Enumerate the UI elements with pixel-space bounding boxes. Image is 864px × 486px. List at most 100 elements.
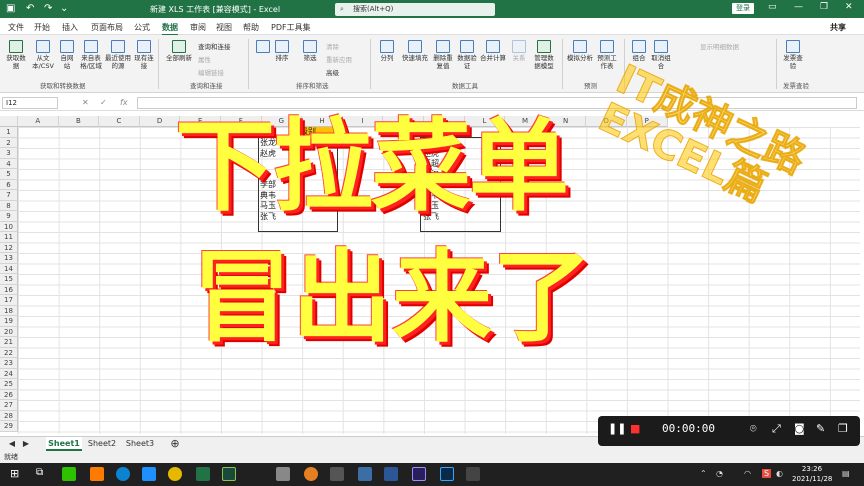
premiere-icon[interactable] <box>412 467 426 481</box>
stop-icon[interactable]: ■ <box>630 422 640 435</box>
invoice-check-button[interactable]: 发票查验 <box>782 40 804 70</box>
steam-icon[interactable] <box>330 467 344 481</box>
pause-icon[interactable]: ❚❚ <box>608 422 626 435</box>
recent-sources-button[interactable]: 最近使用的源 <box>105 40 131 70</box>
column-header-b[interactable]: B <box>58 116 100 127</box>
remove-duplicates-button[interactable]: 删除重复值 <box>432 40 454 70</box>
volume-icon[interactable]: ◐ <box>776 469 783 478</box>
excel-icon[interactable] <box>196 467 210 481</box>
properties-button[interactable]: 属性 <box>198 54 211 64</box>
sort-button[interactable]: 排序 <box>272 40 292 62</box>
save-icon[interactable]: ▣ <box>6 3 15 14</box>
row-header-19[interactable]: 19 <box>0 316 18 327</box>
manage-data-model-button[interactable]: 管理数据模型 <box>532 40 556 70</box>
from-text-csv-button[interactable]: 从文本/CSV <box>30 40 56 70</box>
row-header-4[interactable]: 4 <box>0 158 18 169</box>
consolidate-button[interactable]: 合并计算 <box>480 40 506 62</box>
ribbon-display-icon[interactable]: ▭ <box>768 2 777 12</box>
row-header-26[interactable]: 26 <box>0 389 18 400</box>
audition-icon[interactable] <box>222 467 236 481</box>
windows-start-icon[interactable]: ⊞ <box>10 467 24 481</box>
name-box[interactable]: I12 <box>2 97 58 109</box>
reapply-button[interactable]: 重新应用 <box>326 54 352 64</box>
row-header-10[interactable]: 10 <box>0 221 18 232</box>
row-header-23[interactable]: 23 <box>0 358 18 369</box>
advanced-button[interactable]: 高级 <box>326 67 339 77</box>
row-header-24[interactable]: 24 <box>0 368 18 379</box>
search-app-icon[interactable] <box>90 467 104 481</box>
menu-formulas[interactable]: 公式 <box>134 22 150 33</box>
prev-sheet-icon[interactable]: ◀ <box>6 437 18 451</box>
app2-icon[interactable] <box>384 467 398 481</box>
clear-button[interactable]: 清除 <box>326 41 339 51</box>
column-header-c[interactable]: C <box>99 116 140 127</box>
wechat-icon[interactable] <box>62 467 76 481</box>
input-method-icon[interactable]: S <box>762 469 772 478</box>
row-header-7[interactable]: 7 <box>0 190 18 201</box>
get-data-button[interactable]: 获取数据 <box>4 40 28 70</box>
row-header-22[interactable]: 22 <box>0 347 18 358</box>
photoshop-icon[interactable] <box>440 467 454 481</box>
row-header-18[interactable]: 18 <box>0 305 18 316</box>
window-icon[interactable]: ❐ <box>838 422 848 435</box>
text-to-columns-button[interactable]: 分列 <box>378 40 396 62</box>
menu-home[interactable]: 开始 <box>34 22 50 33</box>
enter-icon[interactable]: ✓ <box>100 98 107 107</box>
share-button[interactable]: 共享 <box>830 22 846 33</box>
network-icon[interactable]: ◔ <box>716 469 723 478</box>
redo-icon[interactable]: ↷ <box>44 3 52 14</box>
pen-icon[interactable]: ✎ <box>816 422 825 435</box>
restore-icon[interactable]: ❐ <box>820 2 828 12</box>
system-clock[interactable]: 23:26 2021/11/28 <box>792 464 832 484</box>
task-view-icon[interactable]: ⧉ <box>36 467 50 481</box>
notification-icon[interactable]: ▤ <box>842 469 850 478</box>
row-header-11[interactable]: 11 <box>0 232 18 243</box>
row-header-14[interactable]: 14 <box>0 263 18 274</box>
row-header-8[interactable]: 8 <box>0 200 18 211</box>
g-app-icon[interactable] <box>304 467 318 481</box>
menu-pdf-tools[interactable]: PDF工具集 <box>271 22 311 33</box>
tab-sheet2[interactable]: Sheet2 <box>84 437 120 451</box>
insert-function-icon[interactable]: fx <box>120 98 128 107</box>
row-header-2[interactable]: 2 <box>0 137 18 148</box>
row-header-27[interactable]: 27 <box>0 400 18 411</box>
column-header-a[interactable]: A <box>18 116 59 127</box>
edge-icon[interactable] <box>116 467 130 481</box>
chrome-icon[interactable] <box>168 467 182 481</box>
row-header-20[interactable]: 20 <box>0 326 18 337</box>
refresh-all-button[interactable]: 全部刷新 <box>164 40 194 62</box>
search-box[interactable]: ⌕ 搜索(Alt+Q) <box>335 3 495 16</box>
row-header-12[interactable]: 12 <box>0 242 18 253</box>
edit-links-button[interactable]: 编辑链接 <box>198 67 224 77</box>
camera-icon[interactable]: ◙ <box>794 422 805 435</box>
row-header-5[interactable]: 5 <box>0 169 18 180</box>
next-sheet-icon[interactable]: ▶ <box>20 437 32 451</box>
menu-data[interactable]: 数据 <box>162 22 178 36</box>
menu-view[interactable]: 视图 <box>216 22 232 33</box>
menu-file[interactable]: 文件 <box>8 22 24 33</box>
calculator-icon[interactable] <box>276 467 290 481</box>
row-header-9[interactable]: 9 <box>0 211 18 222</box>
what-if-button[interactable]: 模拟分析 <box>566 40 594 62</box>
sort-az-icon[interactable] <box>256 40 270 54</box>
row-header-25[interactable]: 25 <box>0 379 18 390</box>
menu-insert[interactable]: 插入 <box>62 22 78 33</box>
row-header-21[interactable]: 21 <box>0 337 18 348</box>
screenshot-icon[interactable]: ⌾ <box>750 422 757 436</box>
select-all-corner[interactable] <box>0 116 18 127</box>
row-header-6[interactable]: 6 <box>0 179 18 190</box>
customize-qat-icon[interactable]: ⌄ <box>60 3 68 14</box>
login-button[interactable]: 登录 <box>732 3 754 14</box>
app-icon[interactable] <box>142 467 156 481</box>
from-web-button[interactable]: 自网站 <box>58 40 76 70</box>
row-header-28[interactable]: 28 <box>0 410 18 421</box>
filter-button[interactable]: 筛选 <box>300 40 320 62</box>
tab-sheet1[interactable]: Sheet1 <box>46 437 82 451</box>
fullscreen-icon[interactable]: ⤢ <box>772 422 781 436</box>
relationships-button[interactable]: 关系 <box>510 40 528 62</box>
existing-connections-button[interactable]: 现有连接 <box>134 40 154 70</box>
tab-sheet3[interactable]: Sheet3 <box>122 437 158 451</box>
close-icon[interactable]: ✕ <box>845 2 853 12</box>
wifi-icon[interactable]: ◠ <box>744 469 751 478</box>
from-table-button[interactable]: 来自表格/区域 <box>78 40 104 70</box>
